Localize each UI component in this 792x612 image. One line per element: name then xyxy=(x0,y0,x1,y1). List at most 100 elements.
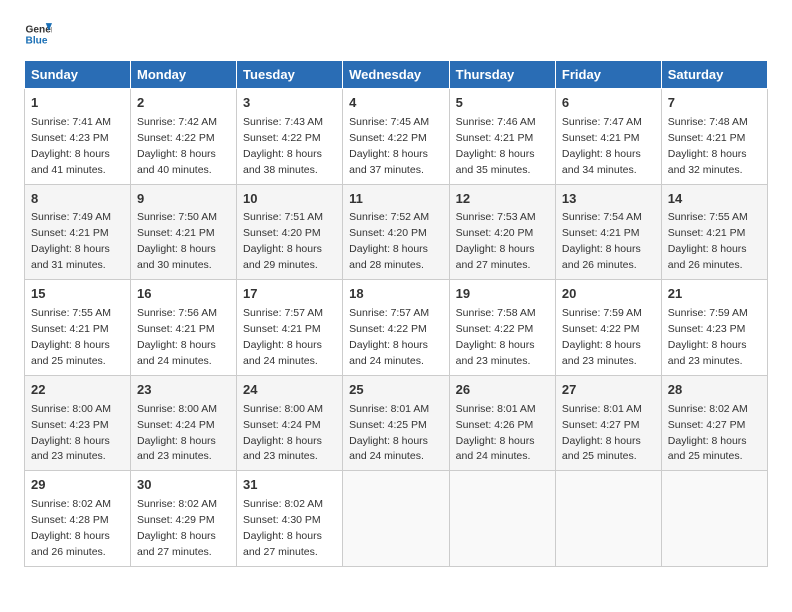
day-number: 8 xyxy=(31,190,124,209)
day-number: 7 xyxy=(668,94,761,113)
weekday-header-friday: Friday xyxy=(555,61,661,89)
page-header: General Blue xyxy=(24,20,768,48)
day-info: Sunrise: 7:47 AMSunset: 4:21 PMDaylight:… xyxy=(562,116,642,176)
day-info: Sunrise: 8:02 AMSunset: 4:27 PMDaylight:… xyxy=(668,403,748,463)
day-info: Sunrise: 7:55 AMSunset: 4:21 PMDaylight:… xyxy=(31,307,111,367)
calendar-cell: 7 Sunrise: 7:48 AMSunset: 4:21 PMDaylight… xyxy=(661,89,767,185)
day-number: 21 xyxy=(668,285,761,304)
calendar-cell: 2Sunrise: 7:42 AMSunset: 4:22 PMDaylight… xyxy=(131,89,237,185)
weekday-header-saturday: Saturday xyxy=(661,61,767,89)
day-number: 13 xyxy=(562,190,655,209)
day-info: Sunrise: 7:52 AMSunset: 4:20 PMDaylight:… xyxy=(349,211,429,271)
day-info: Sunrise: 7:59 AMSunset: 4:22 PMDaylight:… xyxy=(562,307,642,367)
calendar-cell: 29 Sunrise: 8:02 AMSunset: 4:28 PMDayligh… xyxy=(25,471,131,567)
day-number: 15 xyxy=(31,285,124,304)
calendar-cell: 15 Sunrise: 7:55 AMSunset: 4:21 PMDayligh… xyxy=(25,280,131,376)
calendar-cell: 6 Sunrise: 7:47 AMSunset: 4:21 PMDaylight… xyxy=(555,89,661,185)
day-info: Sunrise: 8:02 AMSunset: 4:29 PMDaylight:… xyxy=(137,498,217,558)
day-info: Sunrise: 8:00 AMSunset: 4:24 PMDaylight:… xyxy=(137,403,217,463)
day-number: 1 xyxy=(31,94,124,113)
day-info: Sunrise: 7:55 AMSunset: 4:21 PMDaylight:… xyxy=(668,211,748,271)
calendar-cell: 16Sunrise: 7:56 AMSunset: 4:21 PMDayligh… xyxy=(131,280,237,376)
day-number: 27 xyxy=(562,381,655,400)
calendar-cell xyxy=(661,471,767,567)
calendar-cell: 30 Sunrise: 8:02 AMSunset: 4:29 PMDayligh… xyxy=(131,471,237,567)
day-number: 28 xyxy=(668,381,761,400)
calendar-cell: 21 Sunrise: 7:59 AMSunset: 4:23 PMDayligh… xyxy=(661,280,767,376)
day-number: 29 xyxy=(31,476,124,495)
calendar-cell: 8 Sunrise: 7:49 AMSunset: 4:21 PMDaylight… xyxy=(25,184,131,280)
day-number: 9 xyxy=(137,190,230,209)
weekday-header-monday: Monday xyxy=(131,61,237,89)
calendar-cell: 4 Sunrise: 7:45 AMSunset: 4:22 PMDaylight… xyxy=(343,89,450,185)
calendar-week-3: 15 Sunrise: 7:55 AMSunset: 4:21 PMDayligh… xyxy=(25,280,768,376)
logo: General Blue xyxy=(24,20,56,48)
day-info: Sunrise: 7:57 AMSunset: 4:21 PMDaylight:… xyxy=(243,307,323,367)
day-info: Sunrise: 8:01 AMSunset: 4:26 PMDaylight:… xyxy=(456,403,536,463)
day-number: 2 xyxy=(137,94,230,113)
calendar-week-5: 29 Sunrise: 8:02 AMSunset: 4:28 PMDayligh… xyxy=(25,471,768,567)
calendar-cell: 26 Sunrise: 8:01 AMSunset: 4:26 PMDayligh… xyxy=(449,375,555,471)
day-info: Sunrise: 7:58 AMSunset: 4:22 PMDaylight:… xyxy=(456,307,536,367)
day-info: Sunrise: 8:02 AMSunset: 4:30 PMDaylight:… xyxy=(243,498,323,558)
calendar-cell: 23 Sunrise: 8:00 AMSunset: 4:24 PMDayligh… xyxy=(131,375,237,471)
calendar-cell xyxy=(449,471,555,567)
day-info: Sunrise: 7:43 AMSunset: 4:22 PMDaylight:… xyxy=(243,116,323,176)
day-info: Sunrise: 8:00 AMSunset: 4:23 PMDaylight:… xyxy=(31,403,111,463)
calendar-week-4: 22 Sunrise: 8:00 AMSunset: 4:23 PMDayligh… xyxy=(25,375,768,471)
calendar-cell: 27 Sunrise: 8:01 AMSunset: 4:27 PMDayligh… xyxy=(555,375,661,471)
day-number: 3 xyxy=(243,94,336,113)
calendar-week-1: 1 Sunrise: 7:41 AMSunset: 4:23 PMDaylight… xyxy=(25,89,768,185)
day-number: 18 xyxy=(349,285,443,304)
day-info: Sunrise: 7:57 AMSunset: 4:22 PMDaylight:… xyxy=(349,307,429,367)
day-number: 19 xyxy=(456,285,549,304)
day-info: Sunrise: 7:46 AMSunset: 4:21 PMDaylight:… xyxy=(456,116,536,176)
calendar-cell: 20 Sunrise: 7:59 AMSunset: 4:22 PMDayligh… xyxy=(555,280,661,376)
calendar-cell: 22 Sunrise: 8:00 AMSunset: 4:23 PMDayligh… xyxy=(25,375,131,471)
weekday-header-thursday: Thursday xyxy=(449,61,555,89)
day-number: 30 xyxy=(137,476,230,495)
weekday-header-sunday: Sunday xyxy=(25,61,131,89)
weekday-header-wednesday: Wednesday xyxy=(343,61,450,89)
day-number: 5 xyxy=(456,94,549,113)
day-number: 31 xyxy=(243,476,336,495)
calendar-cell: 10 Sunrise: 7:51 AMSunset: 4:20 PMDayligh… xyxy=(237,184,343,280)
day-info: Sunrise: 7:48 AMSunset: 4:21 PMDaylight:… xyxy=(668,116,748,176)
calendar-cell: 28 Sunrise: 8:02 AMSunset: 4:27 PMDayligh… xyxy=(661,375,767,471)
calendar-cell: 12Sunrise: 7:53 AMSunset: 4:20 PMDayligh… xyxy=(449,184,555,280)
calendar-cell: 25Sunrise: 8:01 AMSunset: 4:25 PMDayligh… xyxy=(343,375,450,471)
day-info: Sunrise: 7:45 AMSunset: 4:22 PMDaylight:… xyxy=(349,116,429,176)
day-info: Sunrise: 7:59 AMSunset: 4:23 PMDaylight:… xyxy=(668,307,748,367)
weekday-header-tuesday: Tuesday xyxy=(237,61,343,89)
calendar-cell: 9Sunrise: 7:50 AMSunset: 4:21 PMDaylight… xyxy=(131,184,237,280)
day-number: 26 xyxy=(456,381,549,400)
day-number: 16 xyxy=(137,285,230,304)
calendar-cell: 13Sunrise: 7:54 AMSunset: 4:21 PMDayligh… xyxy=(555,184,661,280)
calendar-cell: 24Sunrise: 8:00 AMSunset: 4:24 PMDayligh… xyxy=(237,375,343,471)
day-number: 6 xyxy=(562,94,655,113)
calendar-table: SundayMondayTuesdayWednesdayThursdayFrid… xyxy=(24,60,768,567)
day-info: Sunrise: 7:49 AMSunset: 4:21 PMDaylight:… xyxy=(31,211,111,271)
day-number: 20 xyxy=(562,285,655,304)
calendar-cell: 1 Sunrise: 7:41 AMSunset: 4:23 PMDaylight… xyxy=(25,89,131,185)
calendar-cell: 19 Sunrise: 7:58 AMSunset: 4:22 PMDayligh… xyxy=(449,280,555,376)
calendar-cell: 31 Sunrise: 8:02 AMSunset: 4:30 PMDayligh… xyxy=(237,471,343,567)
day-number: 10 xyxy=(243,190,336,209)
day-info: Sunrise: 8:02 AMSunset: 4:28 PMDaylight:… xyxy=(31,498,111,558)
day-number: 24 xyxy=(243,381,336,400)
calendar-cell: 11 Sunrise: 7:52 AMSunset: 4:20 PMDayligh… xyxy=(343,184,450,280)
day-number: 4 xyxy=(349,94,443,113)
day-number: 25 xyxy=(349,381,443,400)
day-number: 23 xyxy=(137,381,230,400)
day-info: Sunrise: 8:01 AMSunset: 4:27 PMDaylight:… xyxy=(562,403,642,463)
calendar-cell xyxy=(343,471,450,567)
day-number: 11 xyxy=(349,190,443,209)
calendar-week-2: 8 Sunrise: 7:49 AMSunset: 4:21 PMDaylight… xyxy=(25,184,768,280)
day-number: 12 xyxy=(456,190,549,209)
day-number: 22 xyxy=(31,381,124,400)
calendar-cell xyxy=(555,471,661,567)
day-info: Sunrise: 7:41 AMSunset: 4:23 PMDaylight:… xyxy=(31,116,111,176)
day-number: 17 xyxy=(243,285,336,304)
day-number: 14 xyxy=(668,190,761,209)
day-info: Sunrise: 7:51 AMSunset: 4:20 PMDaylight:… xyxy=(243,211,323,271)
